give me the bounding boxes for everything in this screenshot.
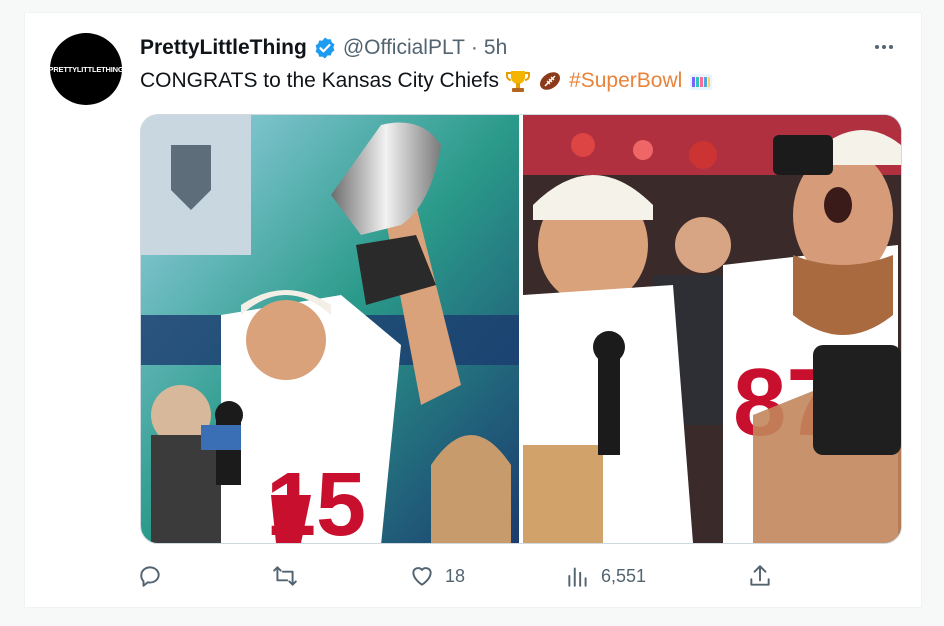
football-emoji xyxy=(537,68,563,94)
more-options-icon[interactable] xyxy=(871,37,897,57)
views-button[interactable]: 6,551 xyxy=(565,563,646,589)
like-icon xyxy=(412,567,432,586)
avatar[interactable]: PRETTYLITTLETHING xyxy=(48,33,124,105)
share-icon xyxy=(750,565,770,586)
tweet-card[interactable]: PRETTYLITTLETHING PrettyLittleThing @Off… xyxy=(24,12,922,608)
share-button[interactable] xyxy=(747,563,773,589)
photo-trophy-celebration: 15 xyxy=(141,115,519,543)
tweet-media[interactable]: 15 xyxy=(140,114,902,544)
tweet-text-main: CONGRATS to the Kansas City Chiefs xyxy=(140,69,500,92)
media-image-left[interactable]: 15 xyxy=(141,115,519,543)
like-button[interactable]: 18 xyxy=(409,563,465,589)
photo-players-celebrating: 87 xyxy=(523,115,901,543)
views-icon xyxy=(568,567,587,587)
retweet-icon xyxy=(273,566,297,586)
display-name[interactable]: PrettyLittleThing xyxy=(140,36,307,60)
reply-icon xyxy=(140,566,160,587)
like-count: 18 xyxy=(445,565,466,586)
avatar-text: PRETTYLITTLETHING xyxy=(48,64,124,74)
media-image-right[interactable]: 87 xyxy=(523,115,901,543)
svg-text:15: 15 xyxy=(266,455,366,543)
reply-button[interactable] xyxy=(137,563,173,589)
trophy-emoji xyxy=(505,68,531,94)
handle[interactable]: @OfficialPLT xyxy=(343,36,465,60)
views-count: 6,551 xyxy=(601,565,647,586)
tweet-actions: 18 6,551 xyxy=(137,561,897,591)
tweet-text: CONGRATS to the Kansas City Chiefs #Supe… xyxy=(140,67,714,95)
retweet-button[interactable] xyxy=(272,563,308,589)
superbowl-logo-emoji xyxy=(688,68,714,94)
timestamp[interactable]: 5h xyxy=(484,36,507,60)
tweet-header: PrettyLittleThing @OfficialPLT · 5h xyxy=(140,33,507,63)
hashtag-link[interactable]: #SuperBowl xyxy=(569,67,682,95)
separator: · xyxy=(470,36,478,59)
verified-badge-icon[interactable] xyxy=(313,36,337,60)
